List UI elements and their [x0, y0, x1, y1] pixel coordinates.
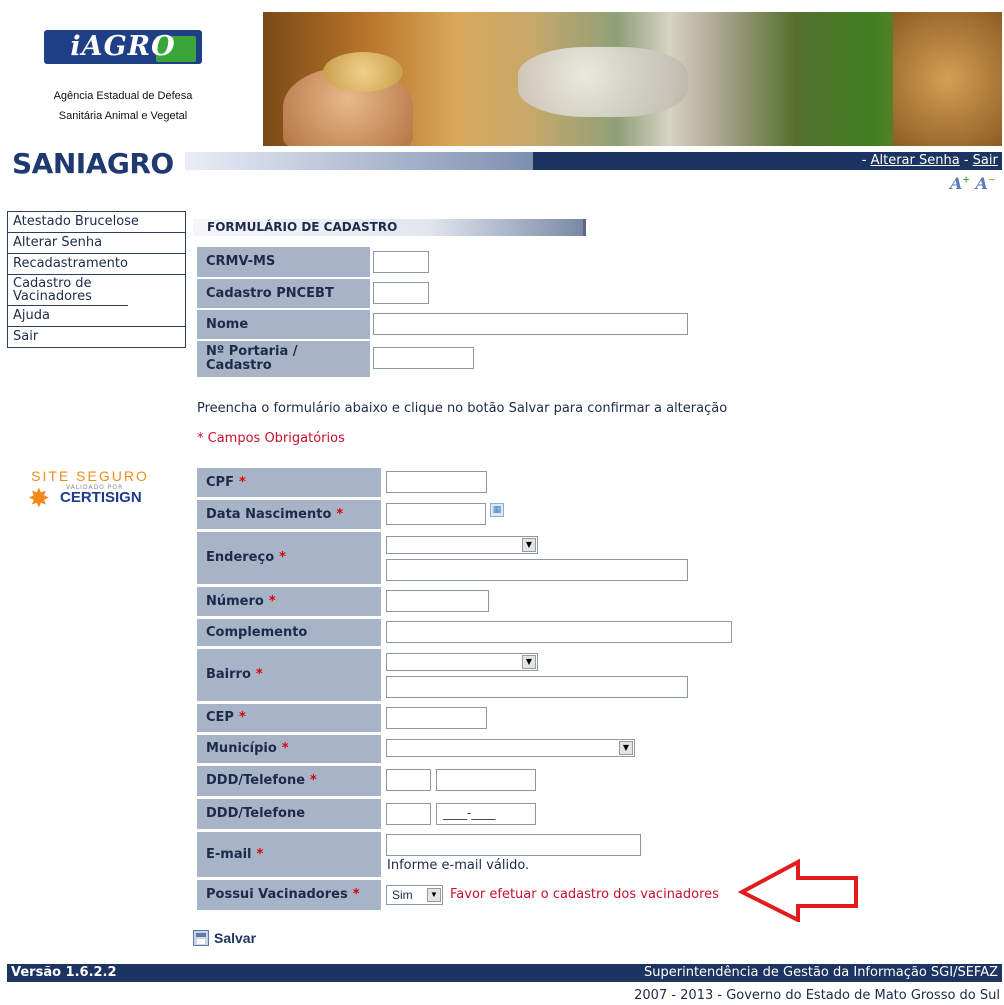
save-button[interactable]: Salvar	[193, 928, 256, 948]
form-title: FORMULÁRIO DE CADASTRO	[207, 220, 398, 234]
banner-soybeans	[893, 12, 1002, 146]
copyright-text: 2007 - 2013 - Governo do Estado de Mato …	[634, 988, 1000, 1003]
form-instructions: Preencha o formulário abaixo e clique no…	[197, 401, 728, 416]
vacinadores-label: Possui Vacinadores *	[197, 880, 381, 910]
nome-input[interactable]	[373, 313, 688, 335]
required-mark: *	[279, 550, 286, 565]
required-mark: *	[281, 741, 289, 756]
calendar-icon[interactable]: ▦	[490, 503, 504, 517]
annotation-arrow-icon	[738, 858, 858, 922]
change-password-link[interactable]: Alterar Senha	[871, 153, 960, 168]
bairro-input[interactable]	[386, 676, 688, 698]
sidebar-item-cadastro-vacinadores[interactable]: Cadastro de Vacinadores	[8, 275, 128, 306]
certisign-star-icon: ✸	[28, 484, 50, 514]
bairro-select[interactable]: ▼	[386, 653, 538, 671]
endereco-type-select[interactable]: ▼	[386, 536, 538, 554]
footer-bar: Versão 1.6.2.2 Superintendência de Gestã…	[7, 964, 1002, 982]
complemento-label: Complemento	[197, 619, 381, 646]
vacinadores-value: Sim	[392, 888, 413, 902]
email-hint: Informe e-mail válido.	[387, 858, 530, 873]
sidebar-item-recadastramento[interactable]: Recadastramento	[8, 254, 185, 275]
required-mark: *	[352, 887, 360, 902]
logout-link[interactable]: Sair	[973, 153, 998, 168]
header-banner-image	[263, 12, 1002, 146]
version-label: Versão 1.6.2.2	[11, 965, 117, 980]
nav-separator: -	[861, 153, 871, 168]
font-increase-icon[interactable]: A+	[950, 174, 970, 193]
nav-separator: -	[959, 153, 973, 168]
top-nav-bar: - Alterar Senha - Sair	[533, 152, 1002, 170]
chevron-down-icon: ▼	[619, 741, 633, 755]
sidebar-item-alterar-senha[interactable]: Alterar Senha	[8, 233, 185, 254]
crmv-input[interactable]	[373, 251, 429, 273]
form-title-bar: FORMULÁRIO DE CADASTRO	[193, 219, 586, 236]
vacinadores-select[interactable]: Sim ▼	[386, 885, 443, 905]
sidebar-item-ajuda[interactable]: Ajuda	[8, 306, 185, 327]
department-label: Superintendência de Gestão da Informação…	[644, 965, 998, 980]
banner-cattle	[518, 47, 688, 117]
chevron-down-icon: ▼	[522, 538, 536, 552]
pncebt-input[interactable]	[373, 282, 429, 304]
site-seguro-seal[interactable]: SITE SEGURO VALIDADO POR CERTISIGN ✸	[28, 468, 150, 514]
logo-text: iAGRO	[70, 31, 176, 62]
org-name-line1: Agência Estadual de Defesa	[53, 90, 193, 102]
font-decrease-icon[interactable]: A−	[976, 174, 996, 193]
municipio-label: Município *	[197, 735, 381, 763]
portaria-input[interactable]	[373, 347, 474, 369]
sidebar-item-atestado-brucelose[interactable]: Atestado Brucelose	[8, 212, 185, 233]
chevron-down-icon: ▼	[522, 655, 536, 669]
org-name-line2: Sanitária Animal e Vegetal	[58, 110, 188, 122]
save-label: Salvar	[214, 930, 257, 946]
portaria-label: Nº Portaria / Cadastro	[197, 341, 370, 377]
numero-label: Número *	[197, 587, 381, 616]
email-input[interactable]	[386, 834, 641, 856]
required-mark: *	[310, 773, 317, 788]
nome-label: Nome	[197, 310, 370, 339]
sidebar-item-sair[interactable]: Sair	[8, 327, 185, 347]
cpf-label: CPF *	[197, 468, 381, 497]
municipio-select[interactable]: ▼	[386, 739, 635, 757]
crmv-label: CRMV-MS	[197, 247, 370, 277]
required-mark: *	[268, 593, 276, 609]
seal-title: SITE SEGURO	[31, 468, 149, 484]
save-icon	[193, 930, 209, 946]
email-label: E-mail *	[197, 832, 381, 877]
cep-label: CEP *	[197, 704, 381, 732]
banner-grains	[323, 52, 403, 92]
endereco-label: Endereço *	[197, 532, 381, 584]
ddd1-input[interactable]	[386, 769, 431, 791]
telefone2-label: DDD/Telefone	[197, 799, 381, 829]
font-size-controls: A+ A−	[950, 174, 1002, 194]
telefone1-input[interactable]	[436, 769, 536, 791]
required-mark: *	[238, 474, 246, 490]
sidebar-menu: Atestado Brucelose Alterar Senha Recadas…	[7, 211, 186, 348]
pncebt-label: Cadastro PNCEBT	[197, 279, 370, 308]
title-bar-gradient	[185, 152, 533, 170]
telefone2-input[interactable]: ____-____	[436, 803, 536, 825]
vacinadores-warning: Favor efetuar o cadastro dos vacinadores	[450, 887, 719, 902]
required-mark: *	[255, 667, 263, 682]
nascimento-label: Data Nascimento *	[197, 500, 381, 529]
seal-certisign: CERTISIGN	[60, 489, 142, 506]
required-mark: *	[238, 710, 246, 725]
required-mark: *	[336, 506, 344, 522]
required-fields-note: * Campos Obrigatórios	[197, 431, 345, 446]
iagro-logo: iAGRO	[44, 30, 202, 64]
bairro-label: Bairro *	[197, 649, 381, 701]
cep-input[interactable]	[386, 707, 487, 729]
cpf-input[interactable]	[386, 471, 487, 493]
required-mark: *	[256, 846, 264, 862]
ddd2-input[interactable]	[386, 803, 431, 825]
endereco-input[interactable]	[386, 559, 688, 581]
nascimento-input[interactable]	[386, 503, 486, 525]
chevron-down-icon: ▼	[427, 888, 441, 902]
numero-input[interactable]	[386, 590, 489, 612]
app-title: SANIAGRO	[12, 147, 174, 180]
telefone1-label: DDD/Telefone *	[197, 766, 381, 796]
complemento-input[interactable]	[386, 621, 732, 643]
